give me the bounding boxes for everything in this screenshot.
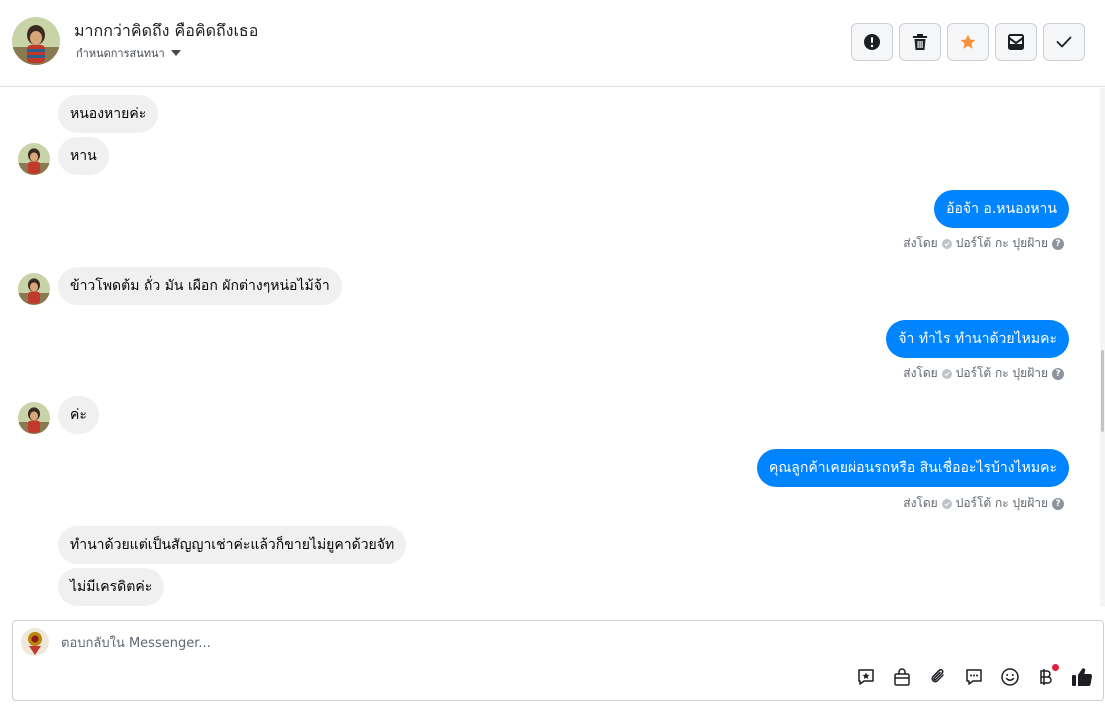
quick-reply-button[interactable] — [963, 665, 985, 689]
sender-name: ปอร์โต้ กะ ปุยฝ้าย — [955, 366, 1048, 380]
shop-button[interactable] — [891, 665, 913, 689]
chat-bubble-icon — [966, 669, 982, 685]
incoming-message[interactable]: ข้าวโพดต้ม ถั่ว มัน เผือก ผักต่างๆหน่อไม… — [58, 267, 342, 305]
help-icon[interactable]: ? — [1052, 367, 1064, 380]
mark-spam-button[interactable] — [851, 23, 893, 61]
payment-button[interactable] — [1035, 664, 1059, 689]
sender-name: ปอร์โต้ กะ ปุยฝ้าย — [955, 236, 1048, 250]
saved-replies-button[interactable] — [855, 665, 877, 689]
contact-avatar-small — [18, 143, 50, 175]
delete-button[interactable] — [899, 23, 941, 61]
contact-avatar-small — [18, 273, 50, 305]
incoming-message[interactable]: ค่ะ — [58, 396, 99, 434]
page-avatar — [21, 628, 49, 656]
sender-name: ปอร์โต้ กะ ปุยฝ้าย — [955, 496, 1048, 510]
paperclip-icon — [931, 668, 944, 683]
mark-done-button[interactable] — [1043, 23, 1085, 61]
scrollbar-thumb[interactable] — [1101, 350, 1104, 432]
send-like-button[interactable] — [1071, 665, 1093, 689]
reply-composer — [12, 620, 1104, 701]
verified-check-icon — [941, 498, 952, 509]
message-thread[interactable]: หนองหายค่ะ หาน อ้อจ้า อ.หนองหาน ส่งโดย ป… — [0, 88, 1100, 607]
incoming-message[interactable]: ทำนาด้วยแต่เป็นสัญญาเช่าค่ะแล้วก็ขายไม่ย… — [58, 526, 407, 564]
exclamation-icon — [864, 34, 880, 50]
baht-payment-icon — [1040, 669, 1052, 685]
conversation-header: มากกว่าคิดถึง คือคิดถึงเธอ กำหนดการสนทนา — [0, 0, 1105, 87]
verified-check-icon — [941, 238, 952, 249]
thumbs-up-icon — [1072, 668, 1093, 686]
thread-scrollbar[interactable] — [1100, 88, 1105, 607]
mark-unread-button[interactable] — [995, 23, 1037, 61]
sent-by-label: ส่งโดย — [903, 236, 938, 250]
emoji-icon — [1001, 668, 1019, 686]
check-icon — [1056, 36, 1072, 48]
attach-file-button[interactable] — [927, 665, 949, 689]
star-icon — [960, 34, 976, 49]
contact-name[interactable]: มากกว่าคิดถึง คือคิดถึงเธอ — [74, 19, 258, 44]
incoming-message[interactable]: หนองหายค่ะ — [58, 95, 159, 133]
reply-input[interactable] — [61, 633, 761, 653]
notification-dot — [1052, 664, 1059, 671]
help-icon[interactable]: ? — [1052, 237, 1064, 250]
sent-by-info: ส่งโดย ปอร์โต้ กะ ปุยฝ้าย ? — [903, 234, 1064, 253]
assign-label: กำหนดการสนทนา — [76, 47, 165, 60]
sent-by-info: ส่งโดย ปอร์โต้ กะ ปุยฝ้าย ? — [903, 364, 1064, 383]
sent-by-label: ส่งโดย — [903, 366, 938, 380]
composer-toolbar — [855, 664, 1093, 689]
saved-reply-icon — [858, 669, 874, 685]
trash-icon — [913, 34, 927, 50]
incoming-message[interactable]: หาน — [58, 137, 109, 175]
conversation-actions — [851, 23, 1085, 61]
emoji-button[interactable] — [999, 665, 1021, 689]
outgoing-message[interactable]: อ้อจ้า อ.หนองหาน — [934, 190, 1069, 228]
outgoing-message[interactable]: คุณลูกค้าเคยผ่อนรถหรือ สินเชื่ออะไรบ้างไ… — [756, 449, 1069, 487]
outgoing-message[interactable]: จ้า ทำไร ทำนาด้วยไหมคะ — [886, 320, 1069, 358]
verified-check-icon — [941, 368, 952, 379]
caret-down-icon — [170, 50, 181, 56]
star-button[interactable] — [947, 23, 989, 61]
assign-conversation-dropdown[interactable]: กำหนดการสนทนา — [76, 44, 181, 62]
contact-avatar-small — [18, 402, 50, 434]
sent-by-info: ส่งโดย ปอร์โต้ กะ ปุยฝ้าย ? — [903, 494, 1064, 513]
contact-avatar[interactable] — [12, 17, 60, 65]
mark-unread-icon — [1008, 34, 1024, 50]
shop-bag-icon — [894, 668, 910, 686]
sent-by-label: ส่งโดย — [903, 496, 938, 510]
incoming-message[interactable]: ไม่มีเครดิตค่ะ — [58, 568, 165, 606]
help-icon[interactable]: ? — [1052, 497, 1064, 510]
